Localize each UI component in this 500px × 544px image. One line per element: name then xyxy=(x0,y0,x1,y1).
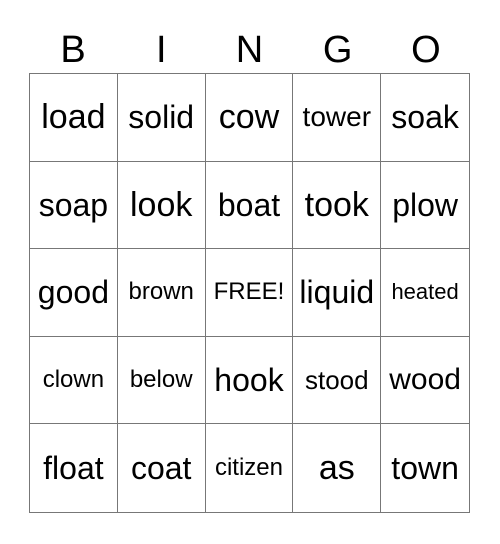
bingo-cell[interactable]: citizen xyxy=(206,424,294,512)
bingo-cell[interactable]: tower xyxy=(293,74,382,162)
bingo-cell[interactable]: stood xyxy=(293,336,382,425)
header-letter-i: I xyxy=(156,29,167,71)
bingo-cell[interactable]: below xyxy=(117,336,206,425)
bingo-cell[interactable]: look xyxy=(117,161,206,250)
bingo-cell[interactable]: wood xyxy=(381,337,469,425)
bingo-cell[interactable]: soap xyxy=(30,161,118,250)
bingo-cell[interactable]: hook xyxy=(205,336,294,425)
bingo-cell[interactable]: as xyxy=(293,424,382,512)
bingo-cell[interactable]: good xyxy=(30,249,118,337)
bingo-cell[interactable]: load xyxy=(30,74,118,162)
header-letter-g: G xyxy=(322,29,353,71)
bingo-cell[interactable]: boat xyxy=(205,161,294,250)
bingo-cell[interactable]: coat xyxy=(118,424,206,512)
bingo-cell[interactable]: town xyxy=(381,424,469,512)
bingo-header: B I N G O xyxy=(29,28,470,72)
bingo-cell[interactable]: solid xyxy=(117,74,206,162)
bingo-cell[interactable]: clown xyxy=(30,336,118,425)
bingo-cell[interactable]: plow xyxy=(381,162,469,250)
bingo-cell[interactable]: brown xyxy=(117,249,206,337)
header-letter-b: B xyxy=(60,29,86,71)
header-letter-o: O xyxy=(411,29,441,71)
bingo-cell[interactable]: float xyxy=(30,424,118,512)
bingo-card-grid: load solid cow tower soak soap look boat… xyxy=(29,73,470,513)
bingo-cell[interactable]: soak xyxy=(381,74,469,162)
bingo-cell[interactable]: took xyxy=(293,161,382,250)
header-letter-n: N xyxy=(235,29,264,71)
bingo-cell[interactable]: heated xyxy=(381,249,469,337)
bingo-cell[interactable]: liquid xyxy=(293,249,382,337)
bingo-cell[interactable]: cow xyxy=(205,74,294,162)
free-space-cell[interactable]: FREE! xyxy=(205,249,294,337)
